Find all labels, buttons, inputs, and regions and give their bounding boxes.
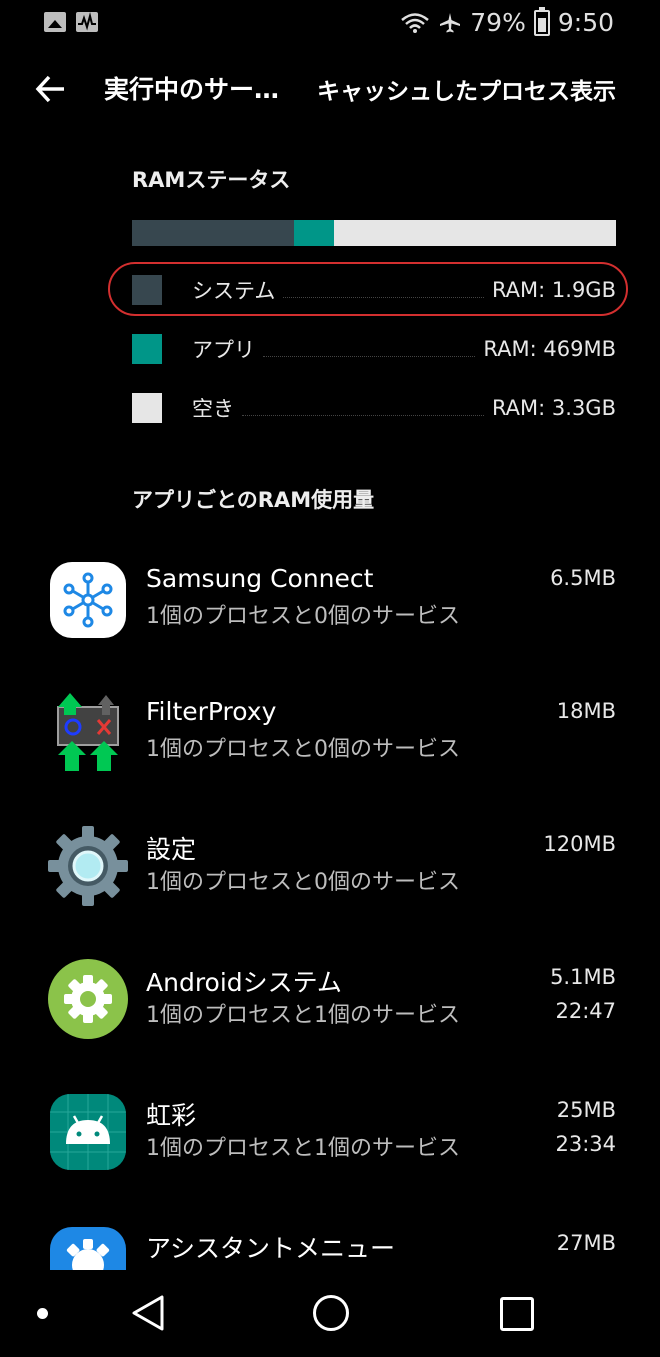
status-bar: 79% 9:50	[0, 0, 660, 46]
ram-bar-free-segment	[333, 220, 616, 246]
app-process-info: 1個のプロセスと0個のサービス	[146, 870, 460, 895]
legend-label: システム	[192, 279, 276, 303]
app-name: Androidシステム	[146, 968, 342, 997]
assistant-menu-icon	[50, 1227, 126, 1270]
app-process-info: 1個のプロセスと1個のサービス	[146, 1003, 460, 1028]
dotted-leader	[283, 283, 484, 298]
app-row-android-system[interactable]: Androidシステム 1個のプロセスと1個のサービス 5.1MB 22:47	[0, 959, 660, 1059]
airplane-mode-icon	[440, 12, 461, 32]
system-swatch	[132, 275, 162, 305]
app-name: 虹彩	[146, 1101, 197, 1130]
wifi-icon	[401, 12, 430, 33]
nav-back-icon[interactable]	[130, 1294, 166, 1332]
clock: 9:50	[557, 8, 614, 37]
dotted-leader	[242, 401, 484, 416]
app-ram-size: 18MB	[556, 699, 616, 723]
show-cached-processes-button[interactable]: キャッシュしたプロセス表示	[317, 72, 616, 106]
app-ram-size: 25MB	[556, 1098, 616, 1122]
app-name: FilterProxy	[146, 697, 277, 726]
back-arrow-icon[interactable]	[34, 72, 68, 106]
app-uptime: 22:47	[555, 999, 616, 1023]
legend-value: RAM: 1.9GB	[491, 278, 616, 302]
app-row-iris[interactable]: 虹彩 1個のプロセスと1個のサービス 25MB 23:34	[0, 1092, 660, 1192]
app-row-settings[interactable]: 設定 1個のプロセスと0個のサービス 120MB	[0, 826, 660, 926]
app-row-filterproxy[interactable]: FilterProxy 1個のプロセスと0個のサービス 18MB	[0, 693, 660, 793]
app-process-info: 1個のプロセスと1個のサービス	[146, 1136, 460, 1161]
legend-value: RAM: 469MB	[483, 337, 616, 361]
legend-label: アプリ	[192, 338, 255, 362]
app-swatch	[132, 334, 162, 364]
nav-home-icon[interactable]	[313, 1295, 349, 1331]
battery-icon	[533, 6, 550, 36]
legend-row-app: アプリ RAM: 469MB	[132, 332, 616, 366]
per-app-ram-title: アプリごとのRAM使用量	[132, 488, 375, 512]
legend-row-free: 空き RAM: 3.3GB	[132, 391, 616, 425]
app-ram-size: 6.5MB	[550, 566, 616, 590]
app-row-assistant-menu[interactable]: アシスタントメニュー 27MB	[0, 1225, 660, 1270]
image-notification-icon	[44, 12, 66, 32]
navigation-bar	[0, 1270, 660, 1357]
app-ram-size: 120MB	[543, 832, 616, 856]
filterproxy-icon	[57, 693, 119, 771]
nav-recent-apps-icon[interactable]	[500, 1297, 534, 1331]
app-name: 設定	[146, 835, 197, 864]
legend-value: RAM: 3.3GB	[491, 396, 616, 420]
app-row-samsung-connect[interactable]: Samsung Connect 1個のプロセスと0個のサービス 6.5MB	[0, 560, 660, 660]
ram-usage-bar	[132, 220, 616, 246]
page-title: 実行中のサー…	[104, 75, 280, 104]
ram-bar-app-segment	[294, 220, 334, 246]
app-uptime: 23:34	[555, 1132, 616, 1156]
android-icon	[50, 1094, 126, 1170]
app-process-info: 1個のプロセスと0個のサービス	[146, 737, 460, 762]
battery-percent: 79%	[470, 8, 526, 37]
android-system-icon	[48, 959, 128, 1039]
activity-notification-icon	[76, 12, 98, 32]
app-name: Samsung Connect	[146, 564, 374, 593]
ram-status-title: RAMステータス	[132, 168, 291, 192]
legend-row-system: システム RAM: 1.9GB	[132, 273, 616, 307]
app-bar: 実行中のサー… キャッシュしたプロセス表示	[0, 56, 660, 120]
app-name: アシスタントメニュー	[146, 1234, 396, 1263]
free-swatch	[132, 393, 162, 423]
dotted-leader	[263, 342, 476, 357]
nav-dot-icon[interactable]	[37, 1308, 48, 1319]
app-ram-size: 5.1MB	[550, 965, 616, 989]
legend-label: 空き	[192, 397, 234, 421]
app-process-info: 1個のプロセスと0個のサービス	[146, 604, 460, 629]
samsung-connect-icon	[50, 562, 126, 638]
app-ram-size: 27MB	[556, 1231, 616, 1255]
ram-bar-system-segment	[132, 220, 295, 246]
settings-icon	[48, 826, 128, 906]
